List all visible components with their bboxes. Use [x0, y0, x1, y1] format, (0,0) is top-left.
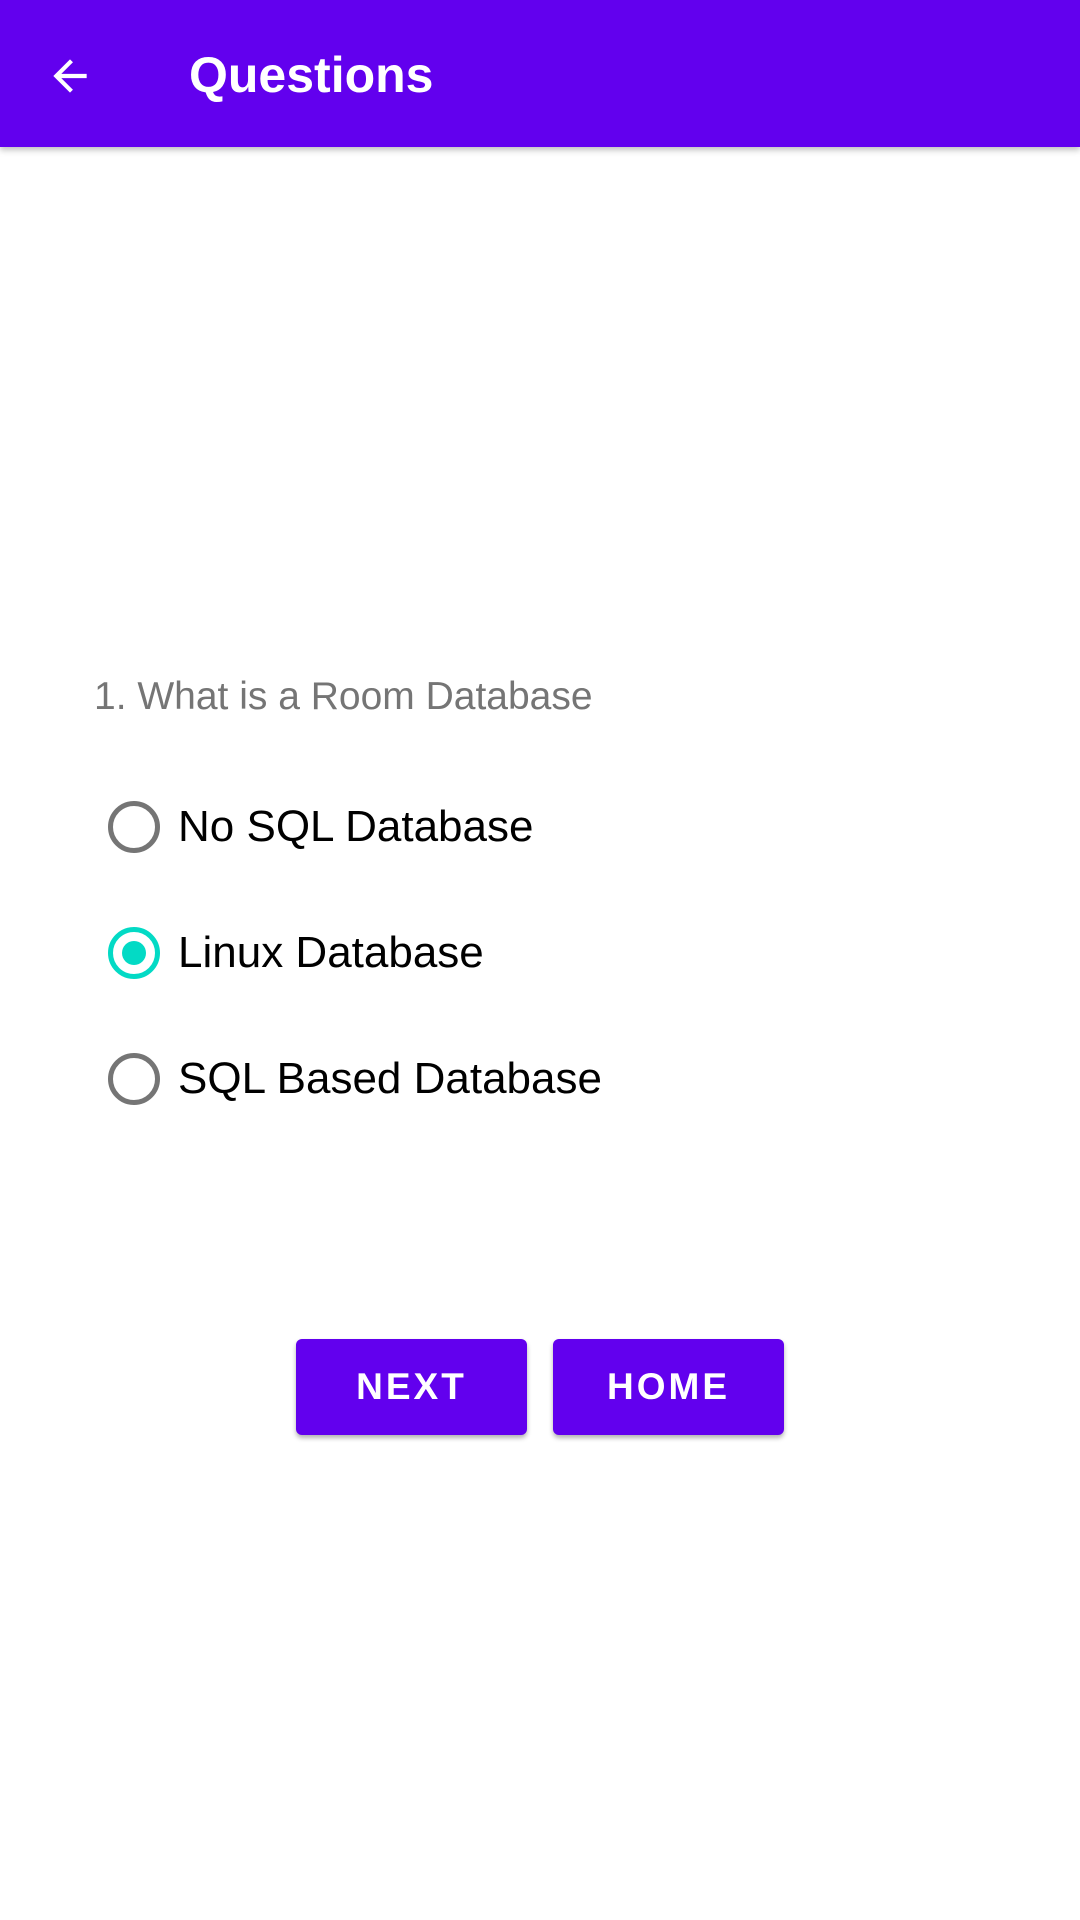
question-text: 1. What is a Room Database	[94, 675, 593, 718]
arrow-left-icon	[53, 59, 87, 93]
page-title: Questions	[189, 47, 434, 103]
radio-option-label: No SQL Database	[178, 802, 534, 851]
radio-button[interactable]	[108, 1053, 160, 1105]
home-button[interactable]: HOME	[553, 1339, 784, 1435]
radio-option-label: Linux Database	[178, 928, 484, 977]
radio-option-linux[interactable]: Linux Database	[94, 890, 894, 1016]
radio-option-label: SQL Based Database	[178, 1054, 602, 1103]
radio-button[interactable]	[108, 927, 160, 979]
app-bar: Questions	[0, 0, 1080, 147]
next-button[interactable]: NEXT	[296, 1339, 527, 1435]
radio-option-sql-based[interactable]: SQL Based Database	[94, 1016, 894, 1142]
back-button[interactable]	[28, 34, 112, 118]
radio-option-no-sql[interactable]: No SQL Database	[94, 764, 894, 890]
radio-button[interactable]	[108, 801, 160, 853]
answer-radio-group: No SQL Database Linux Database SQL Based…	[94, 764, 894, 1142]
